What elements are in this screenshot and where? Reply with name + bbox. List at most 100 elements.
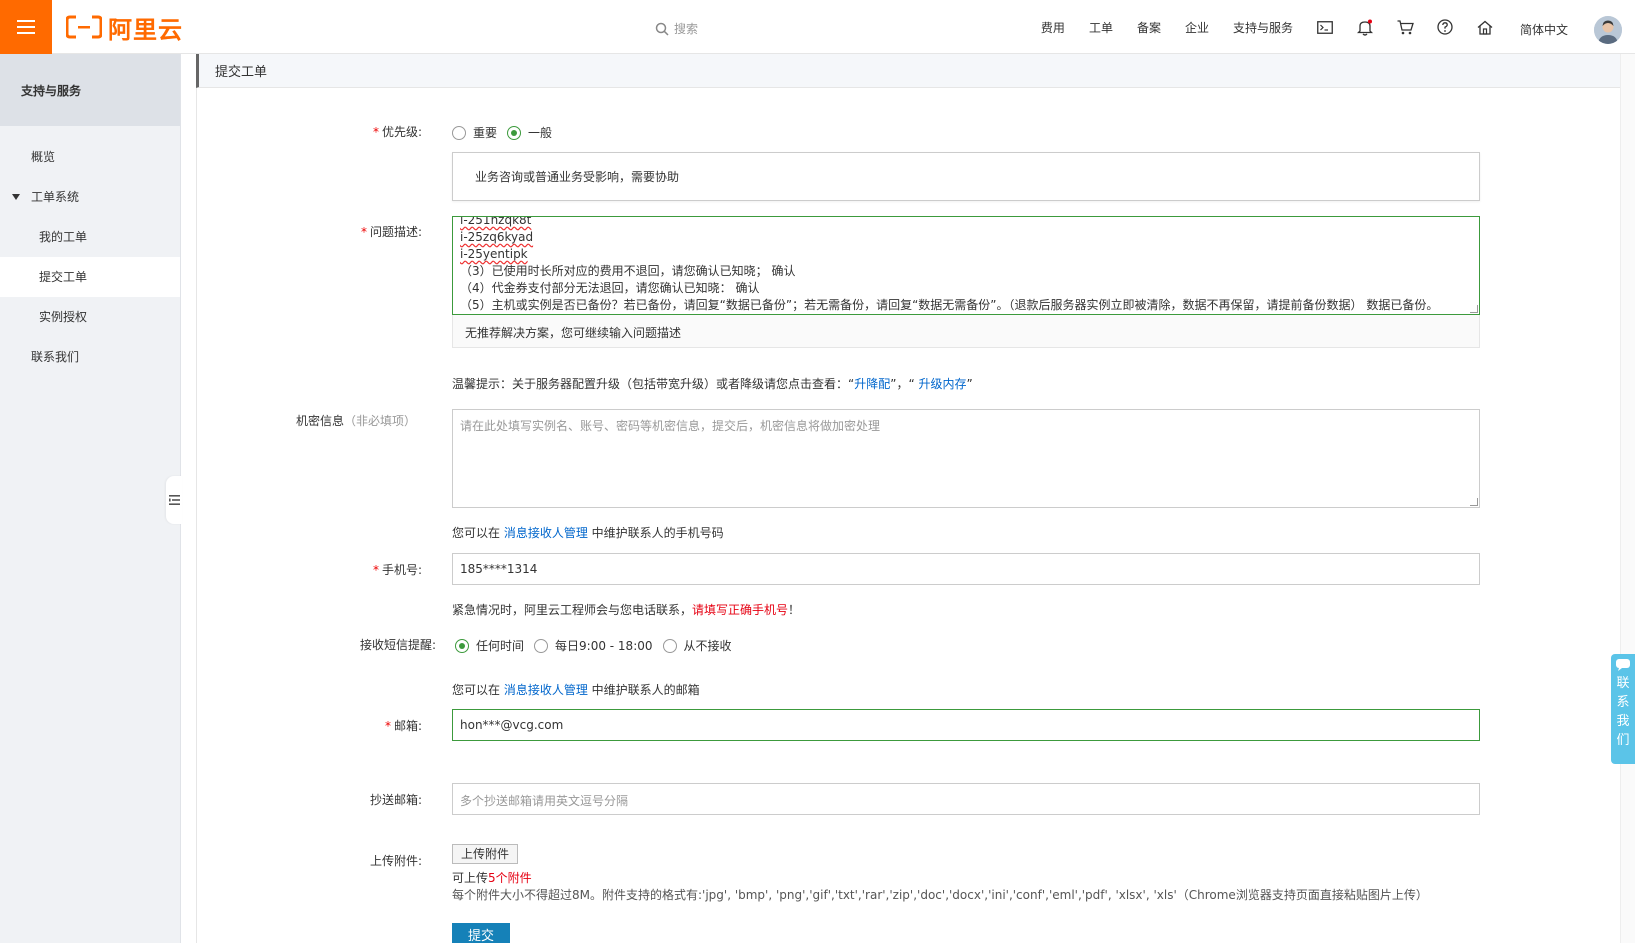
nav-tickets[interactable]: 工单 [1077,19,1125,36]
priority-radio-group: 重要 一般 [452,124,562,141]
phone-input[interactable]: 185****1314 [452,553,1480,585]
aliyun-logo-mark-icon [66,15,102,39]
description-label: * 问题描述: [360,225,422,239]
priority-description: 业务咨询或普通业务受影响，需要协助 [452,152,1480,201]
collapse-menu-icon [168,495,180,505]
terminal-icon [1317,20,1333,34]
radio-unchecked-icon[interactable] [662,638,677,653]
page-scrollbar[interactable] [1620,54,1635,943]
search-icon [655,22,669,36]
help-button[interactable] [1425,0,1465,54]
description-textarea[interactable]: i-251nzqk8t i-25zq6kyad i-25yentipk （3）已… [452,216,1480,315]
email-input[interactable]: hon***@vcg.com [452,709,1480,741]
upload-formats: 每个附件大小不得超过8M。附件支持的格式有:'jpg', 'bmp', 'png… [452,888,1428,902]
sms-radio-group: 任何时间 每日9:00 - 18:00 从不接收 [455,637,742,654]
sidebar-item-label: 概览 [31,150,56,164]
phone-warning: 请填写正确手机号 [692,603,789,617]
user-avatar-icon [1594,16,1622,44]
nav-support[interactable]: 支持与服务 [1221,19,1305,36]
sidebar-item-ticket-system[interactable]: 工单系统 [0,177,180,217]
secret-placeholder: 请在此处填写实例名、账号、密码等机密信息，提交后，机密信息将做加密处理 [460,419,881,433]
notification-button[interactable] [1345,0,1385,54]
email-label: * 邮箱: [384,719,422,733]
link-recipient-management[interactable]: 消息接收人管理 [504,526,588,540]
nav-icp[interactable]: 备案 [1125,19,1173,36]
sms-anytime-option[interactable]: 任何时间 [455,637,524,654]
description-line: i-251nzqk8t [460,216,532,227]
radio-unchecked-icon[interactable] [534,638,549,653]
sidebar-item-my-tickets[interactable]: 我的工单 [0,217,180,257]
description-line: i-25zq6kyad [460,230,534,244]
link-resize-config[interactable]: 升降配 [854,377,890,391]
required-mark: * [372,125,379,139]
email-hint: 您可以在 消息接收人管理 中维护联系人的邮箱 [452,683,700,697]
cc-email-input[interactable]: 多个抄送邮箱请用英文逗号分隔 [452,783,1480,815]
phone-label: * 手机号: [372,563,422,577]
link-upgrade-memory[interactable]: 升级内存 [919,377,967,391]
caret-down-icon [12,194,20,200]
sidebar-item-contact-us[interactable]: 联系我们 [0,337,180,377]
description-line: （3）已使用时长所对应的费用不退回，请您确认已知晓； 确认 [460,264,796,278]
language-switch[interactable]: 简体中文 [1520,21,1568,38]
sidebar-item-label: 实例授权 [39,310,88,324]
radio-unchecked-icon[interactable] [452,125,466,140]
cart-icon [1397,19,1414,34]
page-title: 提交工单 [196,54,1620,88]
secret-label: 机密信息（非必填项） [295,414,416,428]
top-bar: 阿里云 搜索 费用 工单 备案 企业 支持与服务 简体中文 [0,0,1635,54]
phone-note: 紧急情况时，阿里云工程师会与您电话联系，请填写正确手机号！ [452,603,801,617]
priority-label: * 优先级: [372,125,422,139]
radio-checked-icon[interactable] [507,125,522,140]
upload-limit: 可上传5个附件 [452,871,532,885]
search-placeholder: 搜索 [674,22,699,36]
solution-suggestion: 无推荐解决方案，您可继续输入问题描述 [452,315,1480,348]
radio-checked-icon[interactable] [455,638,469,653]
bell-icon [1357,19,1373,36]
required-mark: * [384,719,391,733]
priority-normal-option[interactable]: 一般 [507,124,552,141]
chat-icon [1616,659,1630,671]
top-nav: 费用 工单 备案 企业 支持与服务 [1029,0,1505,54]
help-icon [1437,19,1453,35]
cart-button[interactable] [1385,0,1425,54]
sms-label: 接收短信提醒: [359,638,436,652]
nav-enterprise[interactable]: 企业 [1173,19,1221,36]
sidebar-item-overview[interactable]: 概览 [0,137,180,177]
upload-button[interactable]: 上传附件 [452,844,518,864]
resize-handle-icon[interactable] [1470,498,1478,506]
description-line: （4）代金券支付部分无法退回，请您确认已知晓： 确认 [460,281,760,295]
description-line: （5）主机或实例是否已备份？若已备份，请回复“数据已备份”；若无需备份，请回复“… [460,298,1439,312]
sidebar-item-label: 我的工单 [39,230,88,244]
nav-billing[interactable]: 费用 [1029,19,1077,36]
required-mark: * [372,563,379,577]
terminal-button[interactable] [1305,0,1345,54]
sidebar: 支持与服务 概览 工单系统 我的工单 提交工单 实例授权 联系我们 [0,54,181,943]
sms-never-option[interactable]: 从不接收 [662,637,732,654]
search-box[interactable]: 搜索 [655,20,698,37]
home-icon [1477,20,1493,35]
menu-button[interactable] [0,0,52,54]
upload-label: 上传附件: [369,854,422,868]
sidebar-item-label: 联系我们 [31,350,80,364]
sidebar-collapse-toggle[interactable] [166,476,182,524]
hamburger-icon [17,20,35,34]
sms-workhours-option[interactable]: 每日9:00 - 18:00 [534,637,653,654]
content-left-border [196,88,197,943]
link-recipient-management[interactable]: 消息接收人管理 [504,683,588,697]
priority-important-option[interactable]: 重要 [452,124,497,141]
phone-hint: 您可以在 消息接收人管理 中维护联系人的手机号码 [452,526,724,540]
home-button[interactable] [1465,0,1505,54]
required-mark: * [360,225,367,239]
secret-textarea[interactable]: 请在此处填写实例名、账号、密码等机密信息，提交后，机密信息将做加密处理 [452,409,1480,508]
sidebar-item-instance-auth[interactable]: 实例授权 [0,297,180,337]
aliyun-logo[interactable]: 阿里云 [66,14,183,44]
sidebar-title: 支持与服务 [0,54,180,126]
resize-handle-icon[interactable] [1470,305,1478,313]
sidebar-item-label: 工单系统 [31,190,80,204]
float-contact-us[interactable]: 联 系 我 们 [1611,654,1635,764]
user-avatar[interactable] [1594,16,1622,44]
cc-label: 抄送邮箱: [369,793,422,807]
sidebar-item-submit-ticket[interactable]: 提交工单 [0,257,180,297]
submit-button[interactable]: 提交 [452,923,510,943]
sidebar-item-label: 提交工单 [39,270,88,284]
